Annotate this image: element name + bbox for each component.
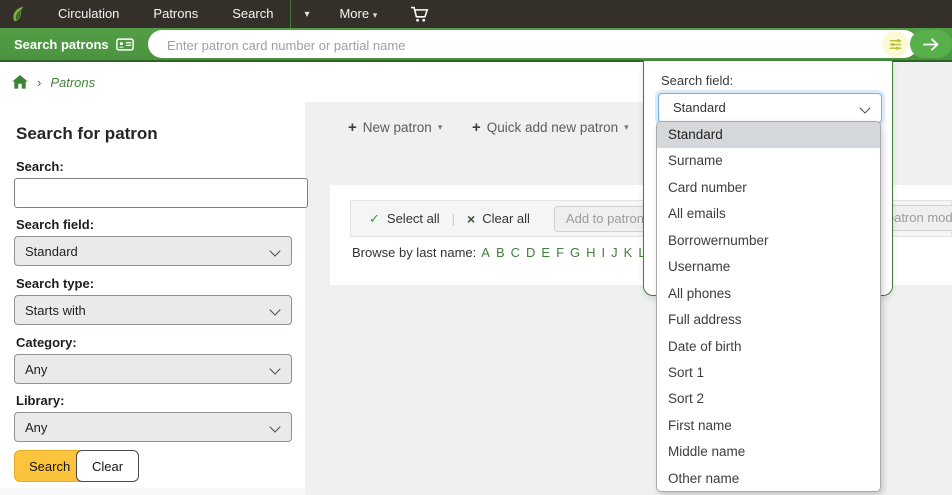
- library-value: Any: [25, 420, 47, 435]
- search-submit-button[interactable]: [910, 30, 952, 58]
- search-field-option[interactable]: Full address: [657, 307, 880, 333]
- search-field-option[interactable]: Middle name: [657, 439, 880, 465]
- toolbar-divider: |: [452, 211, 455, 226]
- nav-circulation[interactable]: Circulation: [41, 0, 136, 28]
- nav-more-label: More: [339, 6, 369, 21]
- search-filter-icon[interactable]: [882, 31, 908, 57]
- browse-letter-link[interactable]: C: [510, 245, 521, 260]
- quick-add-label: Quick add new patron: [487, 120, 618, 135]
- patron-search-input[interactable]: [165, 32, 789, 58]
- check-icon: ✓: [369, 211, 380, 227]
- search-patrons-tab[interactable]: Search patrons: [14, 28, 134, 60]
- new-patron-label: New patron: [363, 120, 432, 135]
- browse-letter-link[interactable]: E: [540, 245, 551, 260]
- nav-more[interactable]: More ▾: [322, 0, 394, 28]
- search-patrons-label: Search patrons: [14, 37, 109, 52]
- search-type-value: Starts with: [25, 303, 86, 318]
- koha-patron-search-page: Circulation Patrons Search ▾ More ▾ Sear…: [0, 0, 952, 495]
- search-field-option[interactable]: Standard: [657, 122, 880, 148]
- nav-search[interactable]: Search: [215, 0, 290, 28]
- nav-dropdown-caret-icon[interactable]: ▾: [291, 9, 322, 20]
- library-select[interactable]: Any: [14, 412, 292, 442]
- chevron-down-icon: [859, 102, 870, 113]
- browse-letter-link[interactable]: H: [585, 245, 596, 260]
- popup-selected-value: Standard: [673, 100, 726, 115]
- top-navbar: Circulation Patrons Search ▾ More ▾: [0, 0, 952, 28]
- search-type-label: Search type:: [16, 276, 94, 291]
- search-field-option[interactable]: All emails: [657, 201, 880, 227]
- search-label: Search:: [16, 159, 64, 174]
- breadcrumb-separator-icon: ›: [37, 75, 41, 90]
- popup-search-field-label: Search field:: [661, 73, 733, 88]
- chevron-down-icon: [269, 421, 280, 432]
- clear-button[interactable]: Clear: [76, 450, 139, 482]
- browse-letter-link[interactable]: F: [555, 245, 565, 260]
- search-field-option[interactable]: Card number: [657, 175, 880, 201]
- breadcrumb-current: Patrons: [50, 75, 95, 90]
- arrow-right-icon: [923, 38, 940, 51]
- search-type-select[interactable]: Starts with: [14, 295, 292, 325]
- popup-search-field-select[interactable]: Standard: [658, 93, 882, 123]
- category-label: Category:: [16, 335, 77, 350]
- nav-patrons[interactable]: Patrons: [136, 0, 215, 28]
- plus-icon: +: [348, 119, 357, 136]
- search-field-options-list: StandardSurnameCard numberAll emailsBorr…: [656, 121, 881, 492]
- chevron-down-icon: [269, 304, 280, 315]
- search-field-option[interactable]: Date of birth: [657, 334, 880, 360]
- library-label: Library:: [16, 393, 64, 408]
- search-field-value: Standard: [25, 244, 78, 259]
- select-all-button[interactable]: Select all: [387, 211, 440, 226]
- id-card-icon: [116, 38, 134, 51]
- clear-all-button[interactable]: Clear all: [482, 211, 530, 226]
- search-field-option[interactable]: Username: [657, 254, 880, 280]
- home-icon[interactable]: [12, 75, 28, 89]
- new-patron-button[interactable]: + New patron ▾: [348, 116, 442, 138]
- caret-down-icon: ▾: [438, 122, 443, 133]
- chevron-down-icon: [269, 363, 280, 374]
- search-field-option[interactable]: Surname: [657, 148, 880, 174]
- x-icon: ×: [467, 211, 475, 227]
- search-field-option[interactable]: Borrowernumber: [657, 228, 880, 254]
- search-button[interactable]: Search: [14, 450, 85, 482]
- search-field-label: Search field:: [16, 217, 94, 232]
- plus-icon: +: [472, 119, 481, 136]
- chevron-down-icon: [269, 245, 280, 256]
- search-field-option[interactable]: First name: [657, 413, 880, 439]
- browse-by-last-name: Browse by last name: ABCDEFGHIJKLMN: [352, 245, 679, 260]
- browse-letter-link[interactable]: A: [480, 245, 491, 260]
- quick-add-new-patron-button[interactable]: + Quick add new patron ▾: [472, 116, 629, 138]
- sidebar-footer-strip: [0, 488, 305, 495]
- browse-letter-link[interactable]: D: [525, 245, 536, 260]
- browse-letter-link[interactable]: J: [610, 245, 619, 260]
- breadcrumb: › Patrons: [0, 62, 655, 102]
- browse-letter-link[interactable]: B: [495, 245, 506, 260]
- browse-letter-link[interactable]: K: [623, 245, 634, 260]
- caret-down-icon: ▾: [373, 10, 378, 20]
- browse-label: Browse by last name:: [352, 245, 476, 260]
- caret-down-icon: ▾: [624, 122, 629, 133]
- page-title: Search for patron: [16, 124, 158, 144]
- category-value: Any: [25, 362, 47, 377]
- search-field-option[interactable]: Other name: [657, 466, 880, 492]
- search-field-select[interactable]: Standard: [14, 236, 292, 266]
- search-field-option[interactable]: All phones: [657, 281, 880, 307]
- cart-icon[interactable]: [400, 6, 439, 23]
- browse-letter-link[interactable]: I: [601, 245, 607, 260]
- search-field-option[interactable]: Sort 2: [657, 386, 880, 412]
- browse-letter-link[interactable]: G: [569, 245, 581, 260]
- patron-search-bar: Search patrons: [0, 28, 952, 62]
- search-field-option[interactable]: Sort 1: [657, 360, 880, 386]
- koha-logo-icon: [9, 5, 27, 23]
- patron-search-sidebar: Search for patron Search: Search field: …: [0, 102, 305, 488]
- search-term-input[interactable]: [14, 178, 308, 208]
- category-select[interactable]: Any: [14, 354, 292, 384]
